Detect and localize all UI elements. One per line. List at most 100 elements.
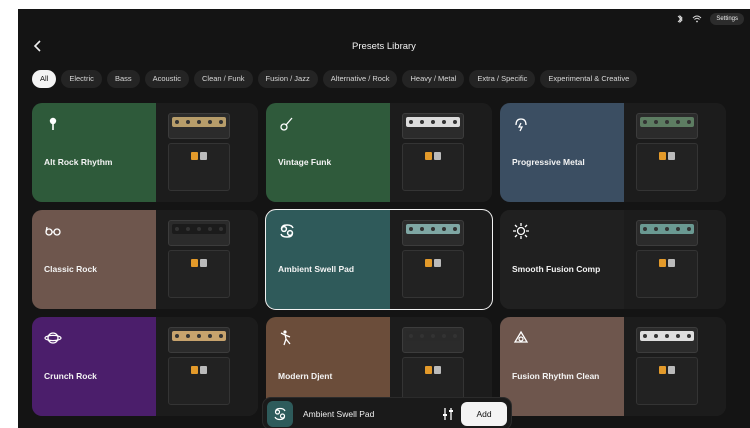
amp-thumbnail <box>636 113 698 139</box>
preset-card-info: Crunch Rock <box>32 317 156 416</box>
preset-card-info: Progressive Metal <box>500 103 624 202</box>
preset-rig-preview <box>156 317 258 416</box>
bluetooth-icon <box>677 14 684 24</box>
glasses-icon <box>44 222 62 240</box>
pedalboard-thumbnail <box>168 357 230 405</box>
preset-name: Vintage Funk <box>278 157 332 167</box>
pedal <box>425 259 432 267</box>
amp-thumbnail <box>636 327 698 353</box>
tab-heavy-metal[interactable]: Heavy / Metal <box>402 70 465 88</box>
pedalboard-thumbnail <box>402 143 464 191</box>
settings-button[interactable]: Settings <box>710 13 744 25</box>
preset-rig-preview <box>624 210 726 309</box>
preset-card-info: Smooth Fusion Comp <box>500 210 624 309</box>
tab-extra-specific[interactable]: Extra / Specific <box>469 70 536 88</box>
recycle-icon <box>512 329 530 347</box>
tab-acoustic[interactable]: Acoustic <box>144 70 189 88</box>
pedal <box>425 366 432 374</box>
amp-thumbnail <box>168 220 230 246</box>
add-button[interactable]: Add <box>461 402 507 426</box>
sun-icon <box>512 222 530 240</box>
preset-card-info: Alt Rock Rhythm <box>32 103 156 202</box>
amp-thumbnail <box>402 327 464 353</box>
preset-rig-preview <box>624 103 726 202</box>
guitar-icon <box>278 115 296 133</box>
preset-name: Ambient Swell Pad <box>278 264 355 274</box>
pedalboard-thumbnail <box>402 250 464 298</box>
equalizer-icon[interactable] <box>441 407 455 421</box>
amp-thumbnail <box>402 220 464 246</box>
preset-card-info: Vintage Funk <box>266 103 390 202</box>
preset-card[interactable]: Alt Rock Rhythm <box>32 103 258 202</box>
amp-thumbnail <box>636 220 698 246</box>
preset-card[interactable]: Classic Rock <box>32 210 258 309</box>
preset-name: Progressive Metal <box>512 157 585 167</box>
pedal <box>659 366 666 374</box>
preset-card-info: Ambient Swell Pad <box>266 210 390 309</box>
preset-card[interactable]: Fusion Rhythm Clean <box>500 317 726 416</box>
tab-fusion-jazz[interactable]: Fusion / Jazz <box>257 70 318 88</box>
preset-card-info: Fusion Rhythm Clean <box>500 317 624 416</box>
pedalboard-thumbnail <box>636 143 698 191</box>
preset-rig-preview <box>156 210 258 309</box>
tab-electric[interactable]: Electric <box>61 70 102 88</box>
preset-name: Crunch Rock <box>44 371 97 381</box>
preset-card[interactable]: Smooth Fusion Comp <box>500 210 726 309</box>
pedal <box>200 259 207 267</box>
preset-card[interactable]: Crunch Rock <box>32 317 258 416</box>
page-title: Presets Library <box>352 41 416 52</box>
preset-name: Classic Rock <box>44 264 97 274</box>
tab-alternative-rock[interactable]: Alternative / Rock <box>322 70 398 88</box>
preset-card[interactable]: Vintage Funk <box>266 103 492 202</box>
preset-rig-preview <box>390 103 492 202</box>
dancer-icon <box>278 329 296 347</box>
preset-name: Fusion Rhythm Clean <box>512 371 600 381</box>
pedalboard-thumbnail <box>168 250 230 298</box>
pedal <box>668 259 675 267</box>
pedal <box>659 152 666 160</box>
pedal <box>434 152 441 160</box>
pedal <box>191 152 198 160</box>
saturn-icon <box>44 329 62 347</box>
selected-preset-thumb <box>267 400 293 427</box>
app-frame: Settings Presets Library All Electric Ba… <box>18 9 750 428</box>
lightning-icon <box>512 115 530 133</box>
pedal <box>434 259 441 267</box>
preset-rig-preview <box>156 103 258 202</box>
microphone-icon <box>44 115 62 133</box>
pedal <box>200 152 207 160</box>
preset-name: Alt Rock Rhythm <box>44 157 113 167</box>
selected-preset-name: Ambient Swell Pad <box>303 408 375 419</box>
pedal <box>425 152 432 160</box>
tab-bass[interactable]: Bass <box>106 70 140 88</box>
amp-thumbnail <box>402 113 464 139</box>
preset-rig-preview <box>624 317 726 416</box>
category-tabs: All Electric Bass Acoustic Clean / Funk … <box>32 70 638 88</box>
preset-card[interactable]: Ambient Swell Pad <box>265 209 493 310</box>
pedalboard-thumbnail <box>168 143 230 191</box>
pedal <box>191 259 198 267</box>
pedal <box>659 259 666 267</box>
pedal <box>434 366 441 374</box>
pedal <box>200 366 207 374</box>
amp-thumbnail <box>168 113 230 139</box>
selected-preset-bar: Ambient Swell Pad Add <box>262 397 512 428</box>
cancer-icon <box>274 407 286 420</box>
pedalboard-thumbnail <box>636 250 698 298</box>
tab-clean-funk[interactable]: Clean / Funk <box>193 70 253 88</box>
pedal <box>668 152 675 160</box>
pedal <box>191 366 198 374</box>
tab-experimental-creative[interactable]: Experimental & Creative <box>540 70 638 88</box>
pedal <box>668 366 675 374</box>
amp-thumbnail <box>168 327 230 353</box>
pedalboard-thumbnail <box>636 357 698 405</box>
wifi-icon <box>692 15 702 23</box>
preset-card[interactable]: Progressive Metal <box>500 103 726 202</box>
preset-card-info: Classic Rock <box>32 210 156 309</box>
preset-rig-preview <box>390 210 492 309</box>
cancer-icon <box>278 222 296 240</box>
preset-name: Smooth Fusion Comp <box>512 264 601 274</box>
preset-name: Modern Djent <box>278 371 333 381</box>
tab-all[interactable]: All <box>32 70 57 88</box>
status-bar: Settings <box>676 13 744 25</box>
